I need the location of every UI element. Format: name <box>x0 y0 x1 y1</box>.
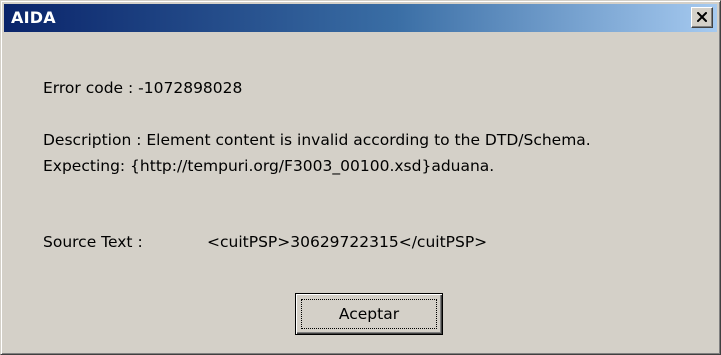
aceptar-label: Aceptar <box>301 299 437 329</box>
aceptar-button[interactable]: Aceptar <box>295 293 443 335</box>
close-icon <box>697 12 707 22</box>
title-bar[interactable]: AIDA <box>4 4 717 32</box>
close-button[interactable] <box>691 7 713 28</box>
error-code-text: Error code : -1072898028 <box>43 79 243 97</box>
source-text-value: <cuitPSP>30629722315</cuitPSP> <box>207 233 488 251</box>
error-dialog: AIDA Error code : -1072898028 Descriptio… <box>0 0 721 355</box>
dialog-title: AIDA <box>11 8 56 27</box>
source-text-label: Source Text : <box>43 233 143 251</box>
description-text: Description : Element content is invalid… <box>43 131 591 149</box>
expecting-text: Expecting: {http://tempuri.org/F3003_001… <box>43 157 495 175</box>
